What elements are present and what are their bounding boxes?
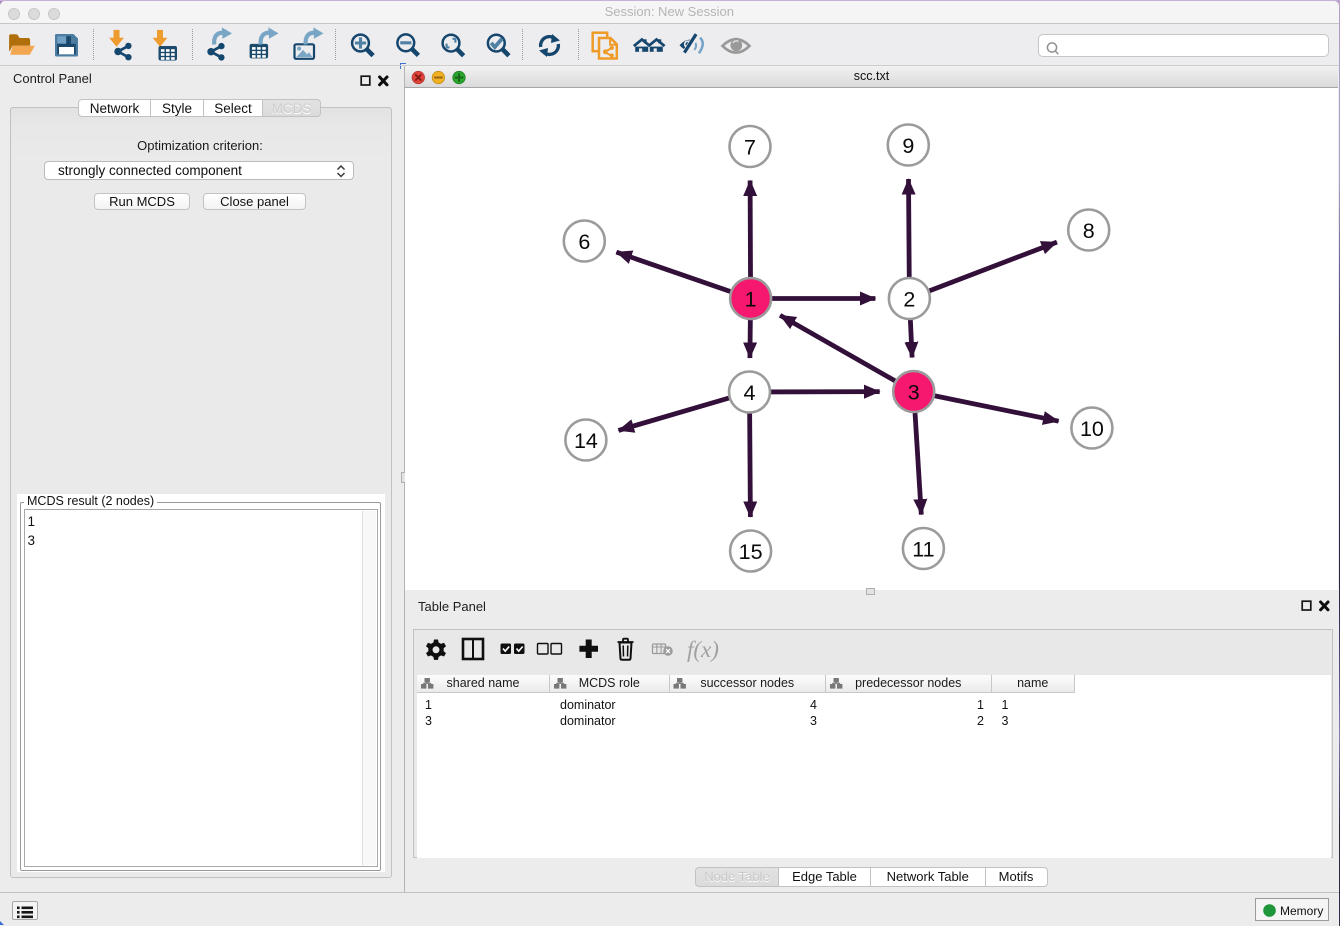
svg-text:15: 15 [739, 540, 763, 564]
svg-text:11: 11 [912, 537, 934, 561]
svg-text:8: 8 [1083, 219, 1095, 243]
svg-text:f(x): f(x) [687, 637, 719, 662]
svg-text:14: 14 [574, 429, 598, 453]
svg-text:7: 7 [744, 135, 756, 159]
svg-text:1: 1 [745, 287, 757, 311]
svg-text:9: 9 [902, 134, 914, 158]
svg-text:3: 3 [908, 380, 920, 404]
svg-text:2: 2 [903, 287, 915, 311]
svg-text:10: 10 [1080, 417, 1104, 441]
svg-text:6: 6 [578, 230, 590, 254]
svg-text:4: 4 [744, 381, 756, 405]
